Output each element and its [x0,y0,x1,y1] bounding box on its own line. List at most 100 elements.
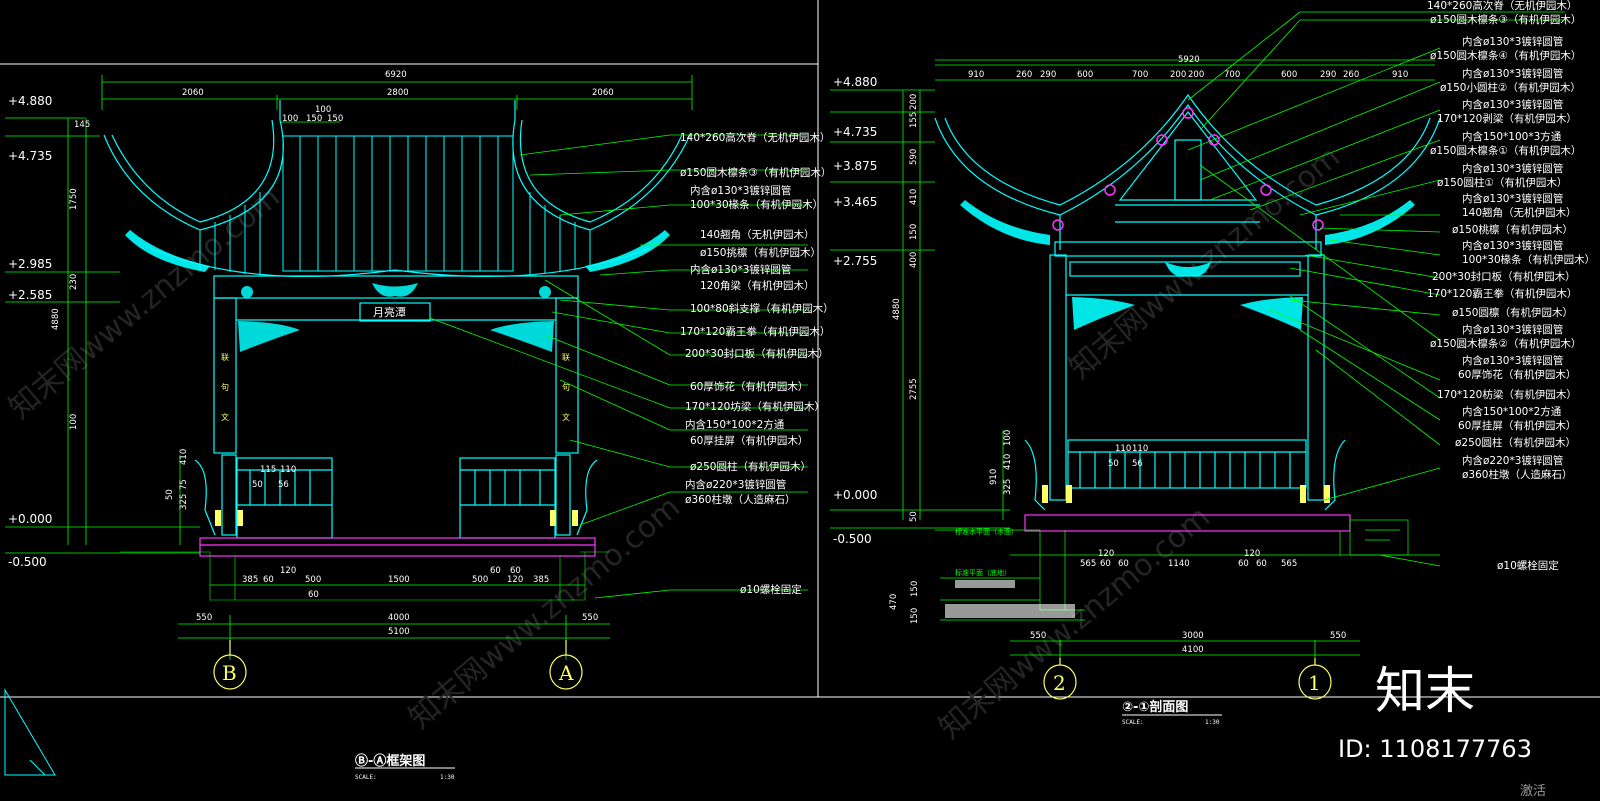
svg-text:170*120剥梁（有机伊园木）: 170*120剥梁（有机伊园木） [1437,112,1577,125]
svg-text:2800: 2800 [387,88,409,98]
svg-text:325: 325 [1003,479,1013,495]
svg-text:内含ø130*3镀锌圆管: 内含ø130*3镀锌圆管 [1462,323,1563,336]
svg-text:410: 410 [1003,454,1013,470]
right-callouts: 140*260高次脊（无机伊园木） ø150圆木檩条③（有机伊园木） 内含ø13… [1427,0,1595,572]
svg-text:200: 200 [1188,70,1204,80]
svg-text:170*120枋梁（有机伊园木）: 170*120枋梁（有机伊园木） [1437,388,1577,401]
svg-text:ø10螺栓固定: ø10螺栓固定 [740,583,802,596]
svg-text:140翘角（无机伊园木）: 140翘角（无机伊园木） [1462,206,1577,219]
svg-text:200: 200 [1170,70,1186,80]
svg-text:110: 110 [1132,444,1148,454]
svg-text:56: 56 [278,480,289,490]
svg-text:内含ø130*3镀锌圆管: 内含ø130*3镀锌圆管 [1462,239,1563,252]
right-level-labels: +4.880 +4.735 +3.875 +3.465 +2.755 +0.00… [833,75,877,546]
svg-text:500: 500 [472,575,488,585]
svg-text:ø150桃檩（有机伊园木）: ø150桃檩（有机伊园木） [1452,223,1573,236]
svg-text:ø150圆木檩条④（有机伊园木）: ø150圆木檩条④（有机伊园木） [1430,49,1581,62]
svg-text:+2.985: +2.985 [8,257,52,271]
svg-text:550: 550 [1030,631,1046,641]
svg-text:句: 句 [221,382,229,392]
svg-text:410: 410 [909,189,919,205]
svg-text:+4.735: +4.735 [8,149,52,163]
svg-text:60: 60 [490,566,501,576]
svg-text:385: 385 [533,575,549,585]
axis-b: B [222,661,237,685]
svg-text:4880: 4880 [892,298,902,320]
svg-text:170*120坊梁（有机伊园木）: 170*120坊梁（有机伊园木） [685,400,825,413]
svg-text:600: 600 [1281,70,1297,80]
svg-text:+2.585: +2.585 [8,288,52,302]
left-level-labels: +4.880 +4.735 +2.985 +2.585 +0.000 -0.50… [8,94,52,569]
sign-text: 月亮潭 [373,305,406,319]
svg-text:内含ø130*3镀锌圆管: 内含ø130*3镀锌圆管 [1462,67,1563,80]
svg-text:+0.000: +0.000 [833,488,877,502]
svg-text:+3.465: +3.465 [833,195,877,209]
svg-text:标准平面（底地）: 标准平面（底地） [955,568,1011,577]
svg-text:410: 410 [179,449,189,465]
svg-text:60厚挂屏（有机伊园木）: 60厚挂屏（有机伊园木） [690,434,808,447]
svg-text:60厚挂屏（有机伊园木）: 60厚挂屏（有机伊园木） [1458,419,1576,432]
svg-text:50: 50 [909,511,919,522]
svg-text:ø150圆木檩条③（有机伊园木）: ø150圆木檩条③（有机伊园木） [1430,13,1581,26]
svg-text:知末: 知末 [1375,662,1475,720]
svg-text:50: 50 [252,480,263,490]
svg-text:-0.500: -0.500 [833,532,872,546]
svg-text:56: 56 [1132,459,1143,469]
svg-text:550: 550 [582,613,598,623]
svg-text:ø150圆檩（有机伊园木）: ø150圆檩（有机伊园木） [1452,306,1573,319]
svg-text:1500: 1500 [388,575,410,585]
svg-text:500: 500 [305,575,321,585]
svg-text:140*260高次脊（无机伊园木）: 140*260高次脊（无机伊园木） [680,131,830,144]
svg-text:60厚饰花（有机伊园木）: 60厚饰花（有机伊园木） [690,380,808,393]
svg-text:200*30封口板（有机伊园木）: 200*30封口板（有机伊园木） [1432,270,1576,283]
svg-text:句: 句 [562,382,570,392]
svg-text:内含ø130*3镀锌圆管: 内含ø130*3镀锌圆管 [1462,192,1563,205]
svg-text:内含ø130*3镀锌圆管: 内含ø130*3镀锌圆管 [1462,35,1563,48]
left-title: Ⓑ-Ⓐ框架图 SCALE: 1:30 [355,753,455,781]
svg-text:60: 60 [263,575,274,585]
svg-text:120: 120 [507,575,523,585]
svg-text:内含ø130*3镀锌圆管: 内含ø130*3镀锌圆管 [1462,354,1563,367]
svg-text:内含ø220*3镀锌圆管: 内含ø220*3镀锌圆管 [1462,454,1563,467]
svg-text:1750: 1750 [69,188,79,210]
right-title: ②-①剖面图 SCALE: 1:30 [1122,699,1222,726]
svg-text:ø150挑檩（有机伊园木）: ø150挑檩（有机伊园木） [700,246,821,259]
svg-text:700: 700 [1132,70,1148,80]
svg-text:325: 325 [179,494,189,510]
svg-text:60: 60 [1118,559,1129,569]
svg-text:260: 260 [1343,70,1359,80]
svg-text:1:30: 1:30 [440,774,455,781]
right-section: +4.880 +4.735 +3.875 +3.465 +2.755 +0.00… [830,0,1595,726]
svg-text:1:30: 1:30 [1205,719,1220,726]
svg-text:内含ø130*3镀锌圆管: 内含ø130*3镀锌圆管 [690,184,791,197]
svg-text:200*30封口板（有机伊园木）: 200*30封口板（有机伊园木） [685,347,829,360]
svg-text:100: 100 [282,114,298,124]
left-callouts: 140*260高次脊（无机伊园木） ø150圆木檩条③（有机伊园木） 内含ø13… [680,131,834,596]
svg-text:150: 150 [306,114,322,124]
svg-text:470: 470 [889,594,899,610]
svg-text:590: 590 [909,149,919,165]
svg-text:ø150圆木檩条②（有机伊园木）: ø150圆木檩条②（有机伊园木） [1430,337,1581,350]
left-elevation: +4.880 +4.735 +2.985 +2.585 +0.000 -0.50… [5,70,834,781]
axis-2: 2 [1053,671,1066,695]
svg-text:+0.000: +0.000 [8,512,52,526]
svg-text:565: 565 [1281,559,1297,569]
svg-text:②-①剖面图: ②-①剖面图 [1122,699,1188,715]
svg-text:150: 150 [909,224,919,240]
svg-text:150: 150 [910,608,920,624]
svg-text:+2.755: +2.755 [833,254,877,268]
svg-text:+4.735: +4.735 [833,125,877,139]
svg-text:内含150*100*2方通: 内含150*100*2方通 [1462,405,1562,418]
svg-text:910: 910 [1392,70,1408,80]
svg-text:内含ø130*3镀锌圆管: 内含ø130*3镀锌圆管 [1462,98,1563,111]
svg-text:文: 文 [221,412,229,422]
svg-text:2060: 2060 [182,88,204,98]
svg-text:4880: 4880 [51,308,61,330]
right-vertical-dims: 200 155 590 410 150 400 4880 2755 100 41… [892,94,1013,522]
svg-text:100: 100 [1003,430,1013,446]
svg-text:60: 60 [510,566,521,576]
svg-text:2060: 2060 [592,88,614,98]
svg-text:100*30椽条（有机伊园木）: 100*30椽条（有机伊园木） [1462,253,1595,266]
svg-text:2755: 2755 [909,378,919,400]
svg-text:ø150小圆柱②（有机伊园木）: ø150小圆柱②（有机伊园木） [1440,81,1581,94]
